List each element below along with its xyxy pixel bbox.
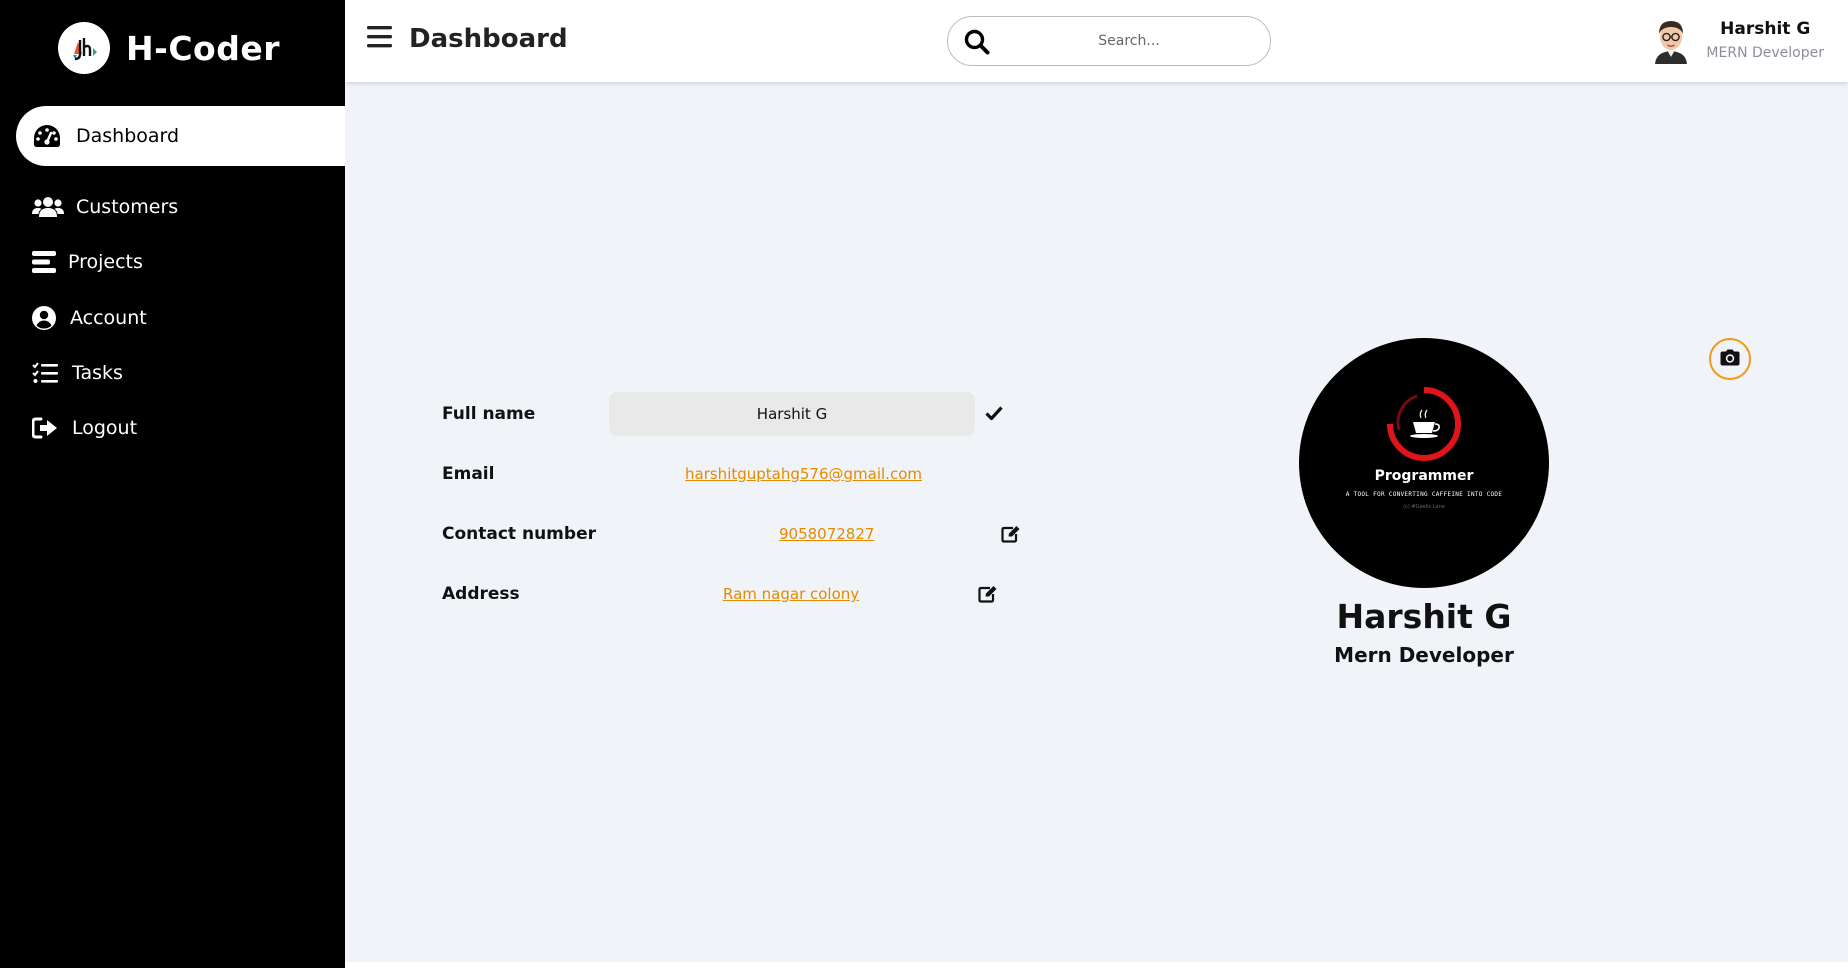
edit-icon[interactable] <box>978 585 998 607</box>
picture-tagline: A TOOL FOR CONVERTING CAFFEINE INTO CODE <box>1345 491 1503 498</box>
gauge-icon <box>32 121 62 151</box>
address-value[interactable]: Ram nagar colony <box>723 585 859 603</box>
email-label: Email <box>442 464 495 484</box>
hamburger-menu-icon[interactable] <box>367 25 393 51</box>
edit-icon[interactable] <box>1001 525 1021 547</box>
picture-credit: (c) #Geeks Lane <box>1403 504 1445 510</box>
user-circle-icon <box>32 303 56 333</box>
brand[interactable]: H-Coder <box>58 22 280 74</box>
check-icon[interactable] <box>985 405 1003 425</box>
address-label: Address <box>442 584 520 604</box>
user-role: MERN Developer <box>1706 45 1824 61</box>
camera-upload-button[interactable] <box>1709 338 1751 380</box>
brand-name: H-Coder <box>126 28 280 68</box>
full-name-label: Full name <box>442 404 536 424</box>
search-input[interactable] <box>1004 17 1254 65</box>
main-content: Full name Harshit G Email harshitguptahg… <box>345 82 1848 962</box>
profile-role: Mern Developer <box>1334 643 1514 667</box>
sidebar-item-label: Dashboard <box>76 125 180 147</box>
sidebar: H-Coder Dashboard Customers Projects Acc… <box>0 0 345 968</box>
search-box <box>947 16 1271 66</box>
tasks-icon <box>32 358 58 388</box>
bars-icon <box>32 247 56 277</box>
jh-logo-icon <box>58 22 110 74</box>
cartoon-avatar-icon <box>1650 16 1692 64</box>
user-name: Harshit G <box>1720 19 1811 39</box>
profile-name: Harshit G <box>1336 597 1512 636</box>
profile-picture: Programmer A TOOL FOR CONVERTING CAFFEIN… <box>1299 338 1549 588</box>
logout-icon <box>32 413 58 443</box>
sidebar-item-logout[interactable]: Logout <box>16 398 345 458</box>
topbar: Dashboard Harshit G MERN Deve <box>345 0 1848 82</box>
sidebar-item-tasks[interactable]: Tasks <box>16 343 345 403</box>
sidebar-item-projects[interactable]: Projects <box>16 232 345 292</box>
sidebar-item-customers[interactable]: Customers <box>16 177 345 237</box>
page-title: Dashboard <box>409 24 568 54</box>
user-profile[interactable]: Harshit G MERN Developer <box>1650 16 1824 64</box>
users-icon <box>32 192 64 222</box>
picture-title: Programmer <box>1374 468 1474 484</box>
search-icon[interactable] <box>964 29 990 59</box>
sidebar-item-account[interactable]: Account <box>16 288 345 348</box>
full-name-field[interactable]: Harshit G <box>609 392 975 436</box>
sidebar-item-label: Tasks <box>72 362 123 384</box>
camera-icon <box>1720 349 1740 370</box>
sidebar-item-dashboard[interactable]: Dashboard <box>16 106 345 166</box>
sidebar-item-label: Customers <box>76 196 179 218</box>
sidebar-item-label: Account <box>70 307 147 329</box>
contact-number-value[interactable]: 9058072827 <box>779 525 874 543</box>
bottom-strip <box>345 962 1848 968</box>
email-value[interactable]: harshitguptahg576@gmail.com <box>685 465 922 483</box>
sidebar-item-label: Logout <box>72 417 138 439</box>
contact-number-label: Contact number <box>442 524 596 544</box>
sidebar-item-label: Projects <box>68 251 143 273</box>
coffee-cup-icon <box>1387 387 1461 461</box>
